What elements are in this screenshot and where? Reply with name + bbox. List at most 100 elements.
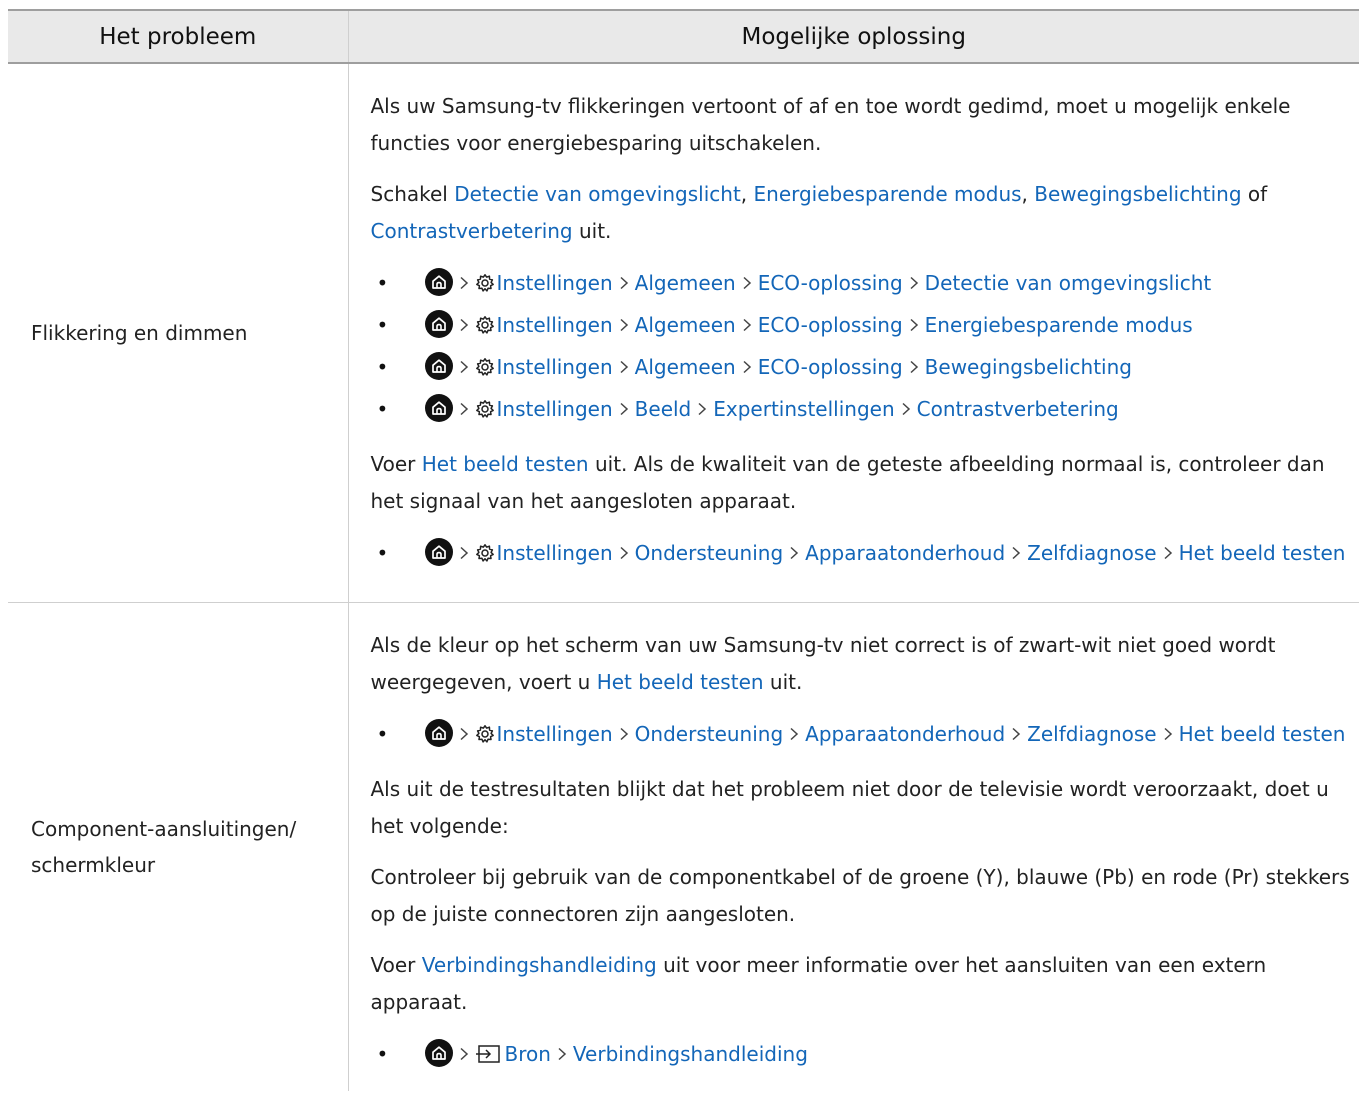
menu-step[interactable]: ECO-oplossing — [758, 271, 903, 295]
chevron-right-icon — [909, 306, 919, 345]
chevron-right-icon — [789, 715, 799, 754]
menu-path: • Instellingen Algemeen ECO-oplossing Energi… — [371, 306, 1359, 348]
menu-path-list: • Instellingen Algemeen ECO-oplossing Detect… — [371, 264, 1359, 432]
chevron-right-icon — [901, 390, 911, 429]
bullet: • — [376, 541, 389, 565]
gear-icon — [475, 718, 495, 757]
menu-path-list: • Instellingen Ondersteuning Apparaatonderh… — [371, 534, 1359, 576]
chevron-right-icon — [1163, 715, 1173, 754]
text: of — [1241, 182, 1268, 206]
bullet: • — [376, 397, 389, 421]
menu-step[interactable]: Bewegingsbelichting — [925, 355, 1132, 379]
problem-cell: Component-aansluitingen/ schermkleur — [8, 602, 349, 1091]
menu-path: • Instellingen Algemeen ECO-oplossing Detect… — [371, 264, 1359, 306]
menu-step[interactable]: Instellingen — [497, 355, 613, 379]
menu-step[interactable]: ECO-oplossing — [758, 355, 903, 379]
gear-icon — [475, 267, 495, 306]
menu-step[interactable]: Ondersteuning — [635, 722, 784, 746]
menu-step[interactable]: Algemeen — [635, 313, 736, 337]
menu-step[interactable]: Energiebesparende modus — [925, 313, 1193, 337]
text: uit. — [572, 219, 612, 243]
paragraph: Als uw Samsung-tv flikkeringen vertoont … — [370, 94, 1291, 155]
menu-step[interactable]: Beeld — [635, 397, 692, 421]
home-icon — [424, 310, 453, 338]
menu-step[interactable]: Instellingen — [497, 722, 613, 746]
home-icon — [424, 352, 453, 380]
menu-link[interactable]: Contrastverbetering — [371, 219, 573, 243]
chevron-right-icon — [619, 306, 629, 345]
troubleshooting-table: Het probleem Mogelijke oplossing Flikker… — [8, 9, 1359, 1091]
chevron-right-icon — [619, 348, 629, 387]
chevron-right-icon — [459, 715, 469, 754]
menu-step[interactable]: Contrastverbetering — [917, 397, 1119, 421]
home-icon — [424, 719, 453, 747]
menu-step[interactable]: Verbindingshandleiding — [573, 1042, 808, 1066]
chevron-right-icon — [619, 264, 629, 303]
home-icon — [424, 538, 453, 566]
chevron-right-icon — [909, 264, 919, 303]
menu-path: • Instellingen Ondersteuning Apparaatonderh… — [371, 534, 1359, 576]
chevron-right-icon — [557, 1035, 567, 1074]
paragraph: Schakel Detectie van omgevingslicht, Ene… — [371, 176, 1359, 250]
chevron-right-icon — [1163, 534, 1173, 573]
paragraph: Als de kleur op het scherm van uw Samsun… — [371, 627, 1359, 701]
menu-path: • Instellingen Algemeen ECO-oplossing Bewegi… — [371, 348, 1359, 390]
menu-step[interactable]: Het beeld testen — [1179, 722, 1346, 746]
home-icon — [424, 1039, 453, 1067]
chevron-right-icon — [619, 390, 629, 429]
menu-path: • Bron Verbindingshandleiding — [371, 1035, 1359, 1077]
chevron-right-icon — [1011, 715, 1021, 754]
chevron-right-icon — [1011, 534, 1021, 573]
menu-step[interactable]: Bron — [505, 1042, 551, 1066]
text: Voer — [370, 953, 422, 977]
text: uit. — [763, 670, 803, 694]
chevron-right-icon — [619, 715, 629, 754]
menu-link[interactable]: Detectie van omgevingslicht — [454, 182, 741, 206]
menu-path-list: • Bron Verbindingshandleiding — [371, 1035, 1359, 1077]
menu-link[interactable]: Het beeld testen — [597, 670, 764, 694]
home-icon — [424, 268, 453, 296]
menu-step[interactable]: Ondersteuning — [635, 541, 784, 565]
header-problem: Het probleem — [8, 9, 348, 64]
menu-step[interactable]: Het beeld testen — [1179, 541, 1346, 565]
gear-icon — [475, 309, 495, 348]
chevron-right-icon — [459, 348, 469, 387]
menu-step[interactable]: Algemeen — [635, 271, 736, 295]
chevron-right-icon — [459, 534, 469, 573]
menu-step[interactable]: ECO-oplossing — [758, 313, 903, 337]
menu-step[interactable]: Zelfdiagnose — [1027, 722, 1156, 746]
chevron-right-icon — [742, 348, 752, 387]
chevron-right-icon — [459, 390, 469, 429]
menu-step[interactable]: Detectie van omgevingslicht — [925, 271, 1212, 295]
paragraph: Controleer bij gebruik van de componentk… — [370, 865, 1350, 926]
menu-step[interactable]: Apparaatonderhoud — [805, 541, 1005, 565]
chevron-right-icon — [619, 534, 629, 573]
table-row: Component-aansluitingen/ schermkleur Als… — [8, 602, 1359, 1091]
menu-step[interactable]: Apparaatonderhoud — [805, 722, 1005, 746]
text: Voer — [370, 452, 422, 476]
menu-path: • Instellingen Ondersteuning Apparaatonderh… — [371, 715, 1359, 757]
gear-icon — [475, 393, 495, 432]
chevron-right-icon — [789, 534, 799, 573]
bullet: • — [376, 1042, 389, 1066]
menu-path: • Instellingen Beeld Expertinstellingen Cont… — [371, 390, 1359, 432]
menu-step[interactable]: Zelfdiagnose — [1027, 541, 1156, 565]
table-header-row: Het probleem Mogelijke oplossing — [8, 9, 1359, 64]
menu-link[interactable]: Bewegingsbelichting — [1034, 182, 1241, 206]
paragraph: Als uit de testresultaten blijkt dat het… — [370, 777, 1329, 838]
menu-step[interactable]: Instellingen — [497, 271, 613, 295]
home-icon — [424, 394, 453, 422]
header-solution: Mogelijke oplossing — [347, 9, 1359, 64]
menu-step[interactable]: Instellingen — [497, 313, 613, 337]
chevron-right-icon — [459, 264, 469, 303]
menu-step[interactable]: Algemeen — [635, 355, 736, 379]
menu-step[interactable]: Instellingen — [497, 397, 613, 421]
paragraph: Voer Verbindingshandleiding uit voor mee… — [371, 947, 1359, 1021]
menu-step[interactable]: Instellingen — [497, 541, 613, 565]
menu-link[interactable]: Het beeld testen — [422, 452, 589, 476]
problem-cell: Flikkering en dimmen — [8, 63, 349, 603]
menu-link[interactable]: Verbindingshandleiding — [422, 953, 657, 977]
menu-link[interactable]: Energiebesparende modus — [754, 182, 1022, 206]
menu-step[interactable]: Expertinstellingen — [713, 397, 894, 421]
chevron-right-icon — [697, 390, 707, 429]
